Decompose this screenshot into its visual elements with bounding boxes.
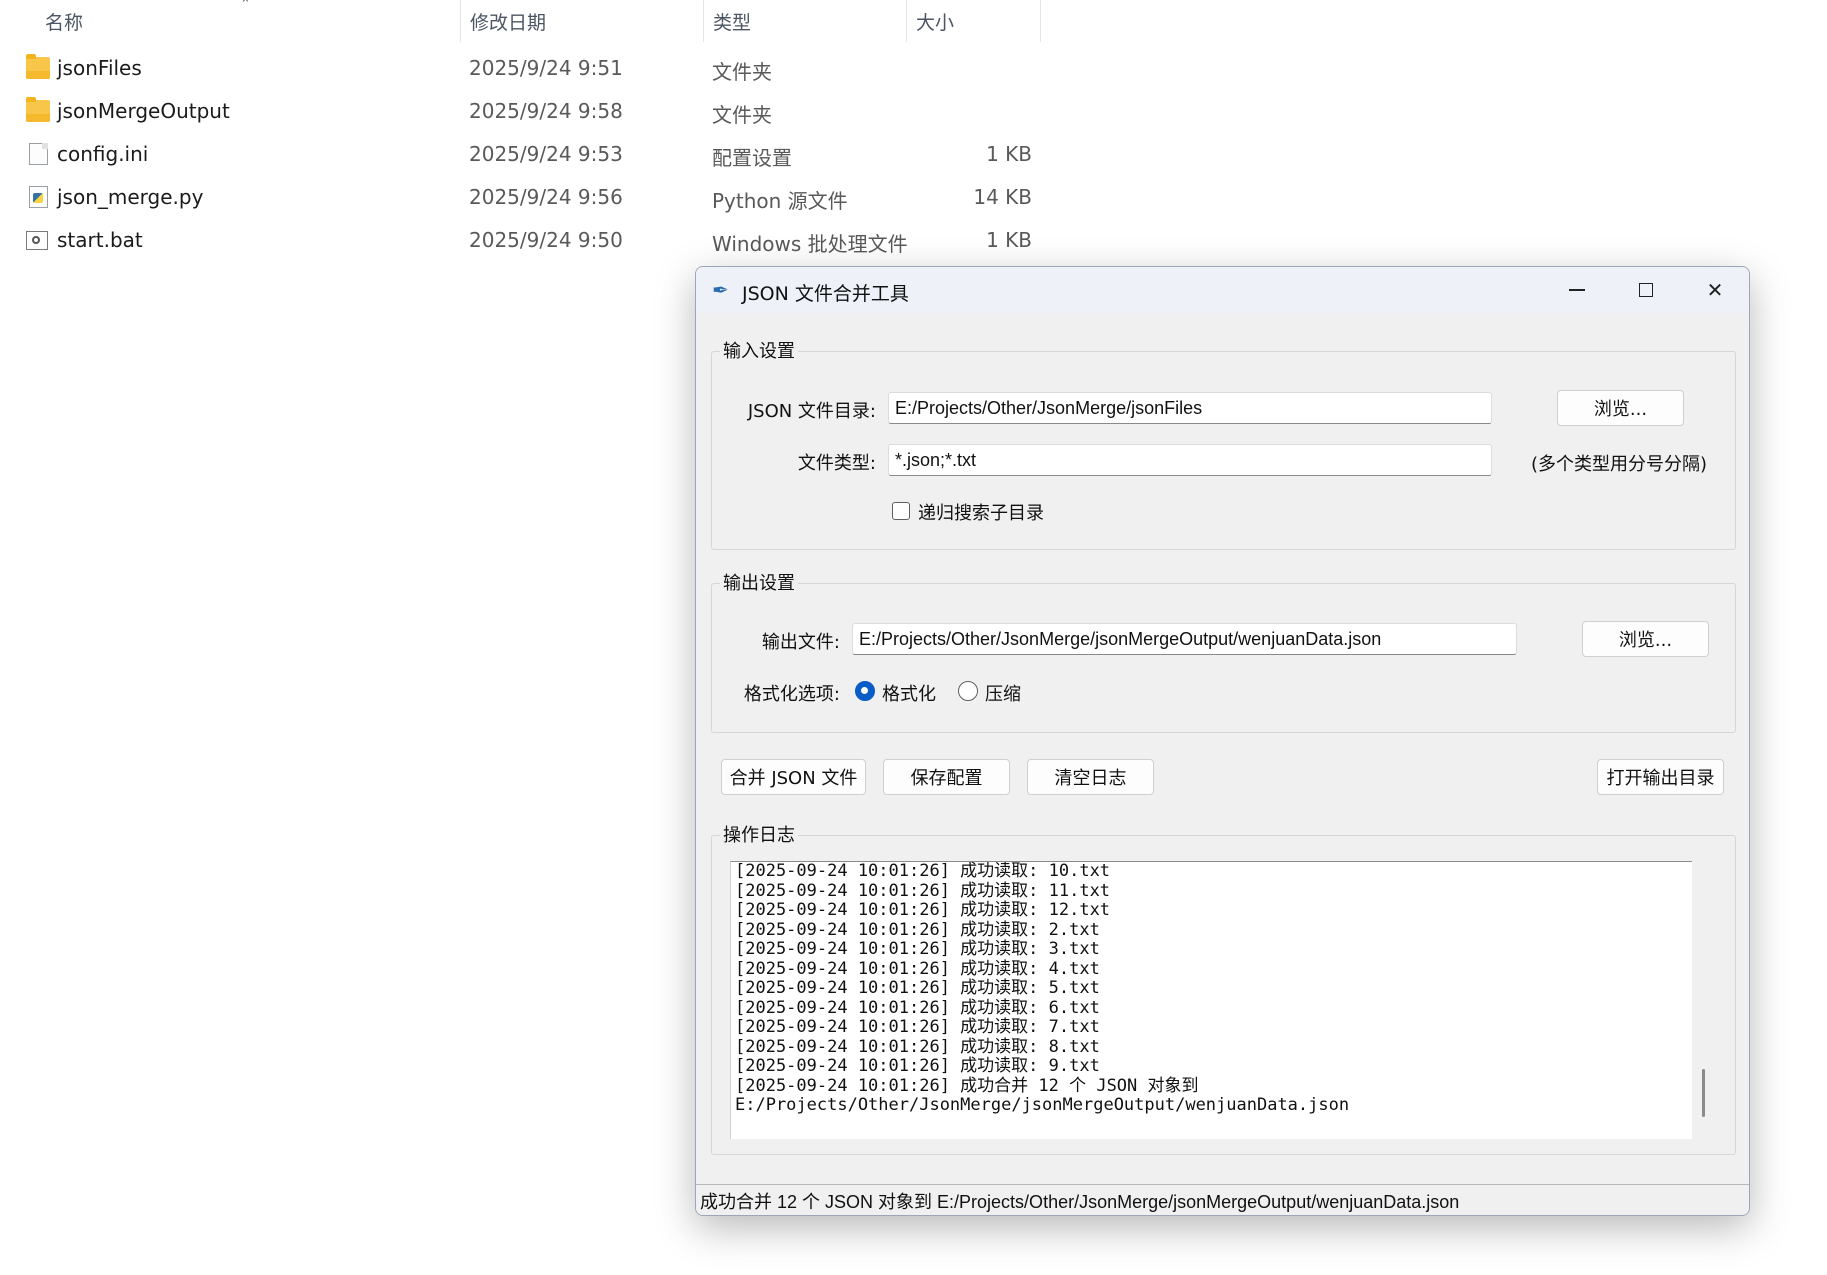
status-bar: 成功合并 12 个 JSON 对象到 E:/Projects/Other/Jso… — [696, 1184, 1749, 1215]
column-header-date-label: 修改日期 — [470, 11, 547, 34]
file-date: 2025/9/24 9:50 — [469, 228, 623, 252]
format-compress-radio[interactable] — [958, 681, 978, 701]
folder-icon — [26, 97, 50, 122]
file-type-hint: (多个类型用分号分隔) — [1531, 454, 1708, 475]
save-config-button[interactable]: 保存配置 — [883, 759, 1010, 795]
file-date: 2025/9/24 9:51 — [469, 56, 623, 80]
recursive-label[interactable]: 递归搜索子目录 — [918, 499, 1044, 525]
column-header-type-label: 类型 — [713, 11, 752, 34]
minimize-button[interactable] — [1543, 267, 1611, 313]
log-line: [2025-09-24 10:01:26] 成功读取: 12.txt — [735, 900, 1111, 920]
file-name: jsonMergeOutput — [57, 99, 230, 123]
file-date: 2025/9/24 9:58 — [469, 99, 623, 123]
log-text-area[interactable]: [2025-09-24 10:01:26] 成功读取: 10.txt [2025… — [730, 861, 1692, 1139]
format-options-label: 格式化选项: — [743, 684, 840, 705]
file-size: 1 KB — [986, 228, 1032, 252]
output-settings-group — [711, 583, 1736, 733]
ini-file-icon — [29, 143, 48, 165]
title-bar[interactable]: ✒ JSON 文件合并工具 ✕ — [696, 267, 1749, 313]
log-title: 操作日志 — [720, 821, 798, 847]
log-line: [2025-09-24 10:01:26] 成功读取: 6.txt — [735, 997, 1100, 1018]
log-line: [2025-09-24 10:01:26] 成功读取: 11.txt — [735, 880, 1111, 901]
merge-json-button[interactable]: 合并 JSON 文件 — [721, 759, 866, 795]
maximize-button[interactable] — [1612, 267, 1680, 313]
file-name: json_merge.py — [57, 185, 204, 209]
output-browse-button[interactable]: 浏览... — [1582, 621, 1709, 657]
log-line: [2025-09-24 10:01:26] 成功读取: 3.txt — [735, 939, 1100, 959]
log-line: [2025-09-24 10:01:26] 成功读取: 8.txt — [735, 1036, 1100, 1057]
log-line: [2025-09-24 10:01:26] 成功读取: 4.txt — [735, 958, 1100, 979]
file-type: Python 源文件 — [712, 189, 848, 213]
file-type-input[interactable]: *.json;*.txt — [888, 444, 1492, 476]
column-header-name-label: 名称 — [45, 11, 84, 34]
minimize-icon — [1569, 289, 1585, 291]
output-settings-title: 输出设置 — [720, 569, 798, 595]
file-row[interactable]: jsonFiles 2025/9/24 9:51 文件夹 — [0, 48, 1040, 88]
file-row[interactable]: start.bat 2025/9/24 9:50 Windows 批处理文件 1… — [0, 220, 1040, 260]
log-line: [2025-09-24 10:01:26] 成功读取: 2.txt — [735, 919, 1100, 940]
batch-file-icon — [26, 231, 48, 250]
file-type: 配置设置 — [712, 146, 792, 170]
log-line: [2025-09-24 10:01:26] 成功读取: 5.txt — [735, 978, 1100, 998]
log-line: [2025-09-24 10:01:26] 成功读取: 10.txt — [735, 861, 1111, 881]
column-header-size-label: 大小 — [916, 11, 955, 34]
window-title: JSON 文件合并工具 — [742, 283, 909, 305]
input-settings-title: 输入设置 — [720, 337, 798, 363]
file-name: config.ini — [57, 142, 149, 166]
file-row[interactable]: config.ini 2025/9/24 9:53 配置设置 1 KB — [0, 134, 1040, 174]
file-row[interactable]: json_merge.py 2025/9/24 9:56 Python 源文件 … — [0, 177, 1040, 217]
column-header-size[interactable]: 大小 — [906, 0, 1040, 42]
file-type: 文件夹 — [712, 60, 772, 84]
file-name: jsonFiles — [57, 56, 142, 80]
column-header-date[interactable]: 修改日期 — [460, 0, 703, 42]
file-date: 2025/9/24 9:56 — [469, 185, 623, 209]
folder-icon — [26, 54, 50, 79]
column-header-type[interactable]: 类型 — [703, 0, 906, 42]
format-compress-label[interactable]: 压缩 — [985, 680, 1021, 706]
maximize-icon — [1639, 283, 1653, 297]
file-type: 文件夹 — [712, 103, 772, 127]
open-output-dir-button[interactable]: 打开输出目录 — [1597, 759, 1724, 795]
log-line: E:/Projects/Other/JsonMerge/jsonMergeOut… — [735, 1095, 1350, 1115]
feather-icon: ✒ — [712, 278, 729, 302]
python-file-icon — [29, 186, 48, 208]
status-text: 成功合并 12 个 JSON 对象到 E:/Projects/Other/Jso… — [700, 1192, 1460, 1212]
log-line: [2025-09-24 10:01:26] 成功读取: 7.txt — [735, 1017, 1100, 1037]
file-date: 2025/9/24 9:53 — [469, 142, 623, 166]
close-icon: ✕ — [1706, 278, 1724, 302]
output-file-input[interactable]: E:/Projects/Other/JsonMerge/jsonMergeOut… — [852, 623, 1517, 655]
file-size: 14 KB — [973, 185, 1032, 209]
log-line: [2025-09-24 10:01:26] 成功读取: 9.txt — [735, 1056, 1100, 1076]
json-merge-window: ✒ JSON 文件合并工具 ✕ 输入设置 JSON 文件目录: E:/Proje… — [695, 266, 1750, 1216]
file-name: start.bat — [57, 228, 143, 252]
file-type-label: 文件类型: — [797, 453, 876, 474]
input-browse-button[interactable]: 浏览... — [1557, 390, 1684, 426]
close-button[interactable]: ✕ — [1681, 267, 1749, 313]
json-dir-input[interactable]: E:/Projects/Other/JsonMerge/jsonFiles — [888, 392, 1492, 424]
output-file-label: 输出文件: — [761, 632, 840, 653]
format-pretty-radio[interactable] — [855, 681, 875, 701]
column-divider[interactable] — [1040, 0, 1041, 42]
log-line: [2025-09-24 10:01:26] 成功合并 12 个 JSON 对象到 — [735, 1075, 1199, 1096]
clear-log-button[interactable]: 清空日志 — [1027, 759, 1154, 795]
sort-ascending-icon: ⌃ — [240, 0, 251, 12]
file-row[interactable]: jsonMergeOutput 2025/9/24 9:58 文件夹 — [0, 91, 1040, 131]
log-scrollbar-thumb[interactable] — [1702, 1069, 1705, 1117]
recursive-checkbox[interactable] — [892, 502, 910, 520]
file-type: Windows 批处理文件 — [712, 232, 908, 256]
json-dir-label: JSON 文件目录: — [747, 401, 876, 422]
file-size: 1 KB — [986, 142, 1032, 166]
format-pretty-label[interactable]: 格式化 — [882, 680, 936, 706]
